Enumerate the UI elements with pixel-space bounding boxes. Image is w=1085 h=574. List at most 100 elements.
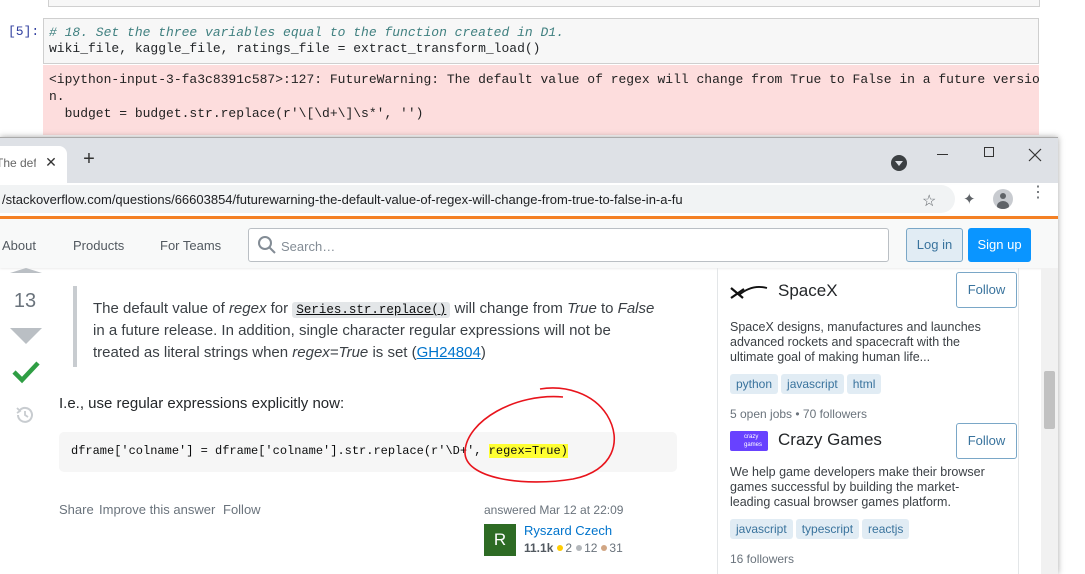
tab-title: The def (0, 156, 36, 170)
description-line: We help game developers make their brows… (730, 465, 985, 479)
url-text: /stackoverflow.com/questions/66603854/fu… (2, 192, 683, 207)
previous-cell (48, 0, 1040, 7)
minimize-icon (937, 154, 948, 155)
company-name[interactable]: Crazy Games (778, 430, 882, 450)
browser-tab[interactable]: The def ✕ (0, 146, 67, 183)
nav-about[interactable]: About (2, 238, 36, 253)
user-name-link[interactable]: Ryszard Czech (524, 523, 612, 538)
bronze-badge-count: 31 (609, 541, 623, 555)
tag-typescript[interactable]: typescript (795, 519, 860, 539)
answered-timestamp: answered Mar 12 at 22:09 (484, 503, 624, 517)
quote-text: treated as literal strings when (93, 344, 293, 361)
quote-text: ) (480, 344, 486, 361)
user-reputation: 11.1k 2 12 31 (524, 541, 623, 555)
company-description: SpaceX designs, manufactures and launche… (730, 320, 1000, 365)
gold-badge-count: 2 (565, 541, 573, 555)
search-input[interactable]: Search… (248, 228, 889, 262)
scrollbar-thumb[interactable] (1044, 371, 1055, 429)
search-placeholder: Search… (281, 239, 336, 254)
signup-button[interactable]: Sign up (968, 228, 1031, 262)
tab-search-icon[interactable] (891, 155, 907, 171)
company-name[interactable]: SpaceX (778, 281, 838, 301)
code-line: wiki_file, kaggle_file, ratings_file = e… (49, 41, 541, 56)
company-tags: python javascript html (730, 374, 884, 394)
maximize-button[interactable] (976, 144, 1002, 166)
share-link[interactable]: Share (59, 502, 94, 517)
follow-answer-link[interactable]: Follow (223, 502, 261, 517)
quote-line-3: treated as literal strings when regex=Tr… (93, 342, 486, 364)
browser-toolbar: /stackoverflow.com/questions/66603854/fu… (0, 183, 1058, 216)
maximize-icon (984, 147, 994, 157)
minimize-button[interactable] (930, 144, 956, 166)
description-line: leading casual browser games platform. (730, 495, 951, 509)
silver-badge-count: 12 (584, 541, 598, 555)
tag-python[interactable]: python (730, 374, 779, 394)
close-icon (1028, 148, 1042, 162)
company-description: We help game developers make their brows… (730, 465, 1000, 510)
quote-emphasis: False (617, 300, 655, 317)
company-meta: 16 followers (730, 552, 795, 566)
browser-menu-icon[interactable]: ⋮ (1030, 185, 1046, 208)
browser-window: The def ✕ + /stackoverflow.com/questions… (0, 137, 1058, 574)
company-sidebar: SpaceX Follow SpaceX designs, manufactur… (717, 268, 1019, 574)
code-text: dframe['colname'] = dframe['colname'].st… (71, 444, 489, 458)
tag-html[interactable]: html (846, 374, 882, 394)
improve-answer-link[interactable]: Improve this answer (99, 502, 215, 517)
follow-crazy-games-button[interactable]: Follow (956, 423, 1017, 459)
jupyter-notebook: [5]: # 18. Set the three variables equal… (0, 0, 1085, 140)
warning-line: <ipython-input-3-fa3c8391c587>:127: Futu… (49, 72, 1040, 87)
highlighted-code: regex=True) (488, 444, 568, 458)
accepted-checkmark-icon (12, 361, 40, 384)
warning-output: <ipython-input-3-fa3c8391c587>:127: Futu… (43, 65, 1040, 135)
bronze-badge-icon (601, 545, 608, 551)
close-tab-icon[interactable]: ✕ (44, 154, 58, 170)
description-line: games successful by building the market- (730, 480, 960, 494)
code-comment: # 18. Set the three variables equal to t… (49, 25, 564, 40)
login-button[interactable]: Log in (906, 228, 963, 262)
nav-for-teams[interactable]: For Teams (160, 238, 221, 253)
downvote-icon[interactable] (10, 328, 42, 344)
gh24804-link[interactable]: GH24804 (417, 344, 481, 361)
answer-blockquote: The default value of regex for Series.st… (73, 286, 673, 367)
stackoverflow-topbar: About Products For Teams Search… Log in … (0, 216, 1058, 268)
upvote-icon[interactable] (10, 268, 42, 273)
bookmark-star-icon[interactable]: ☆ (922, 191, 936, 211)
description-line: ultimate goal of making human life... (730, 350, 931, 364)
follow-spacex-button[interactable]: Follow (956, 272, 1017, 308)
warning-line-wrap: n. (49, 89, 65, 104)
page-scrollbar[interactable] (1041, 268, 1058, 574)
spacex-logo-icon (730, 286, 768, 299)
tag-javascript[interactable]: javascript (730, 519, 793, 539)
history-icon[interactable] (14, 404, 36, 426)
extensions-puzzle-icon[interactable]: ✦ (963, 190, 976, 208)
quote-line-1: The default value of regex for Series.st… (93, 298, 654, 321)
gold-badge-icon (557, 545, 564, 551)
company-tags: javascript typescript reactjs (730, 519, 912, 539)
tag-javascript[interactable]: javascript (781, 374, 844, 394)
cell-prompt: [5]: (8, 24, 40, 39)
warning-source-line: budget = budget.str.replace(r'\[\d+\]\s*… (49, 106, 424, 121)
code-block: dframe['colname'] = dframe['colname'].st… (59, 432, 677, 472)
answer-text: I.e., use regular expressions explicitly… (59, 395, 345, 412)
code-cell-input[interactable]: # 18. Set the three variables equal to t… (43, 18, 1039, 64)
quote-emphasis: True (567, 300, 597, 317)
reputation-score: 11.1k (524, 541, 554, 555)
user-avatar[interactable]: R (484, 524, 516, 556)
close-window-button[interactable] (1022, 144, 1048, 166)
description-line: advanced rockets and spacecraft with the (730, 335, 960, 349)
profile-avatar-icon[interactable] (993, 189, 1013, 209)
quote-emphasis: regex=True (292, 344, 369, 361)
nav-products[interactable]: Products (73, 238, 124, 253)
quote-line-2: in a future release. In addition, single… (93, 322, 611, 339)
tag-reactjs[interactable]: reactjs (862, 519, 910, 539)
quote-emphasis: regex (228, 300, 267, 317)
series-str-replace-link[interactable]: Series.str.replace() (292, 302, 451, 318)
quote-text: for (266, 300, 293, 317)
silver-badge-icon (576, 545, 583, 551)
tab-strip: The def ✕ + (0, 138, 1058, 183)
address-bar[interactable]: /stackoverflow.com/questions/66603854/fu… (0, 185, 955, 213)
description-line: SpaceX designs, manufactures and launche… (730, 320, 981, 334)
new-tab-button[interactable]: + (80, 149, 98, 169)
search-icon (258, 236, 276, 254)
crazy-games-logo-icon: crazy games (730, 431, 768, 451)
